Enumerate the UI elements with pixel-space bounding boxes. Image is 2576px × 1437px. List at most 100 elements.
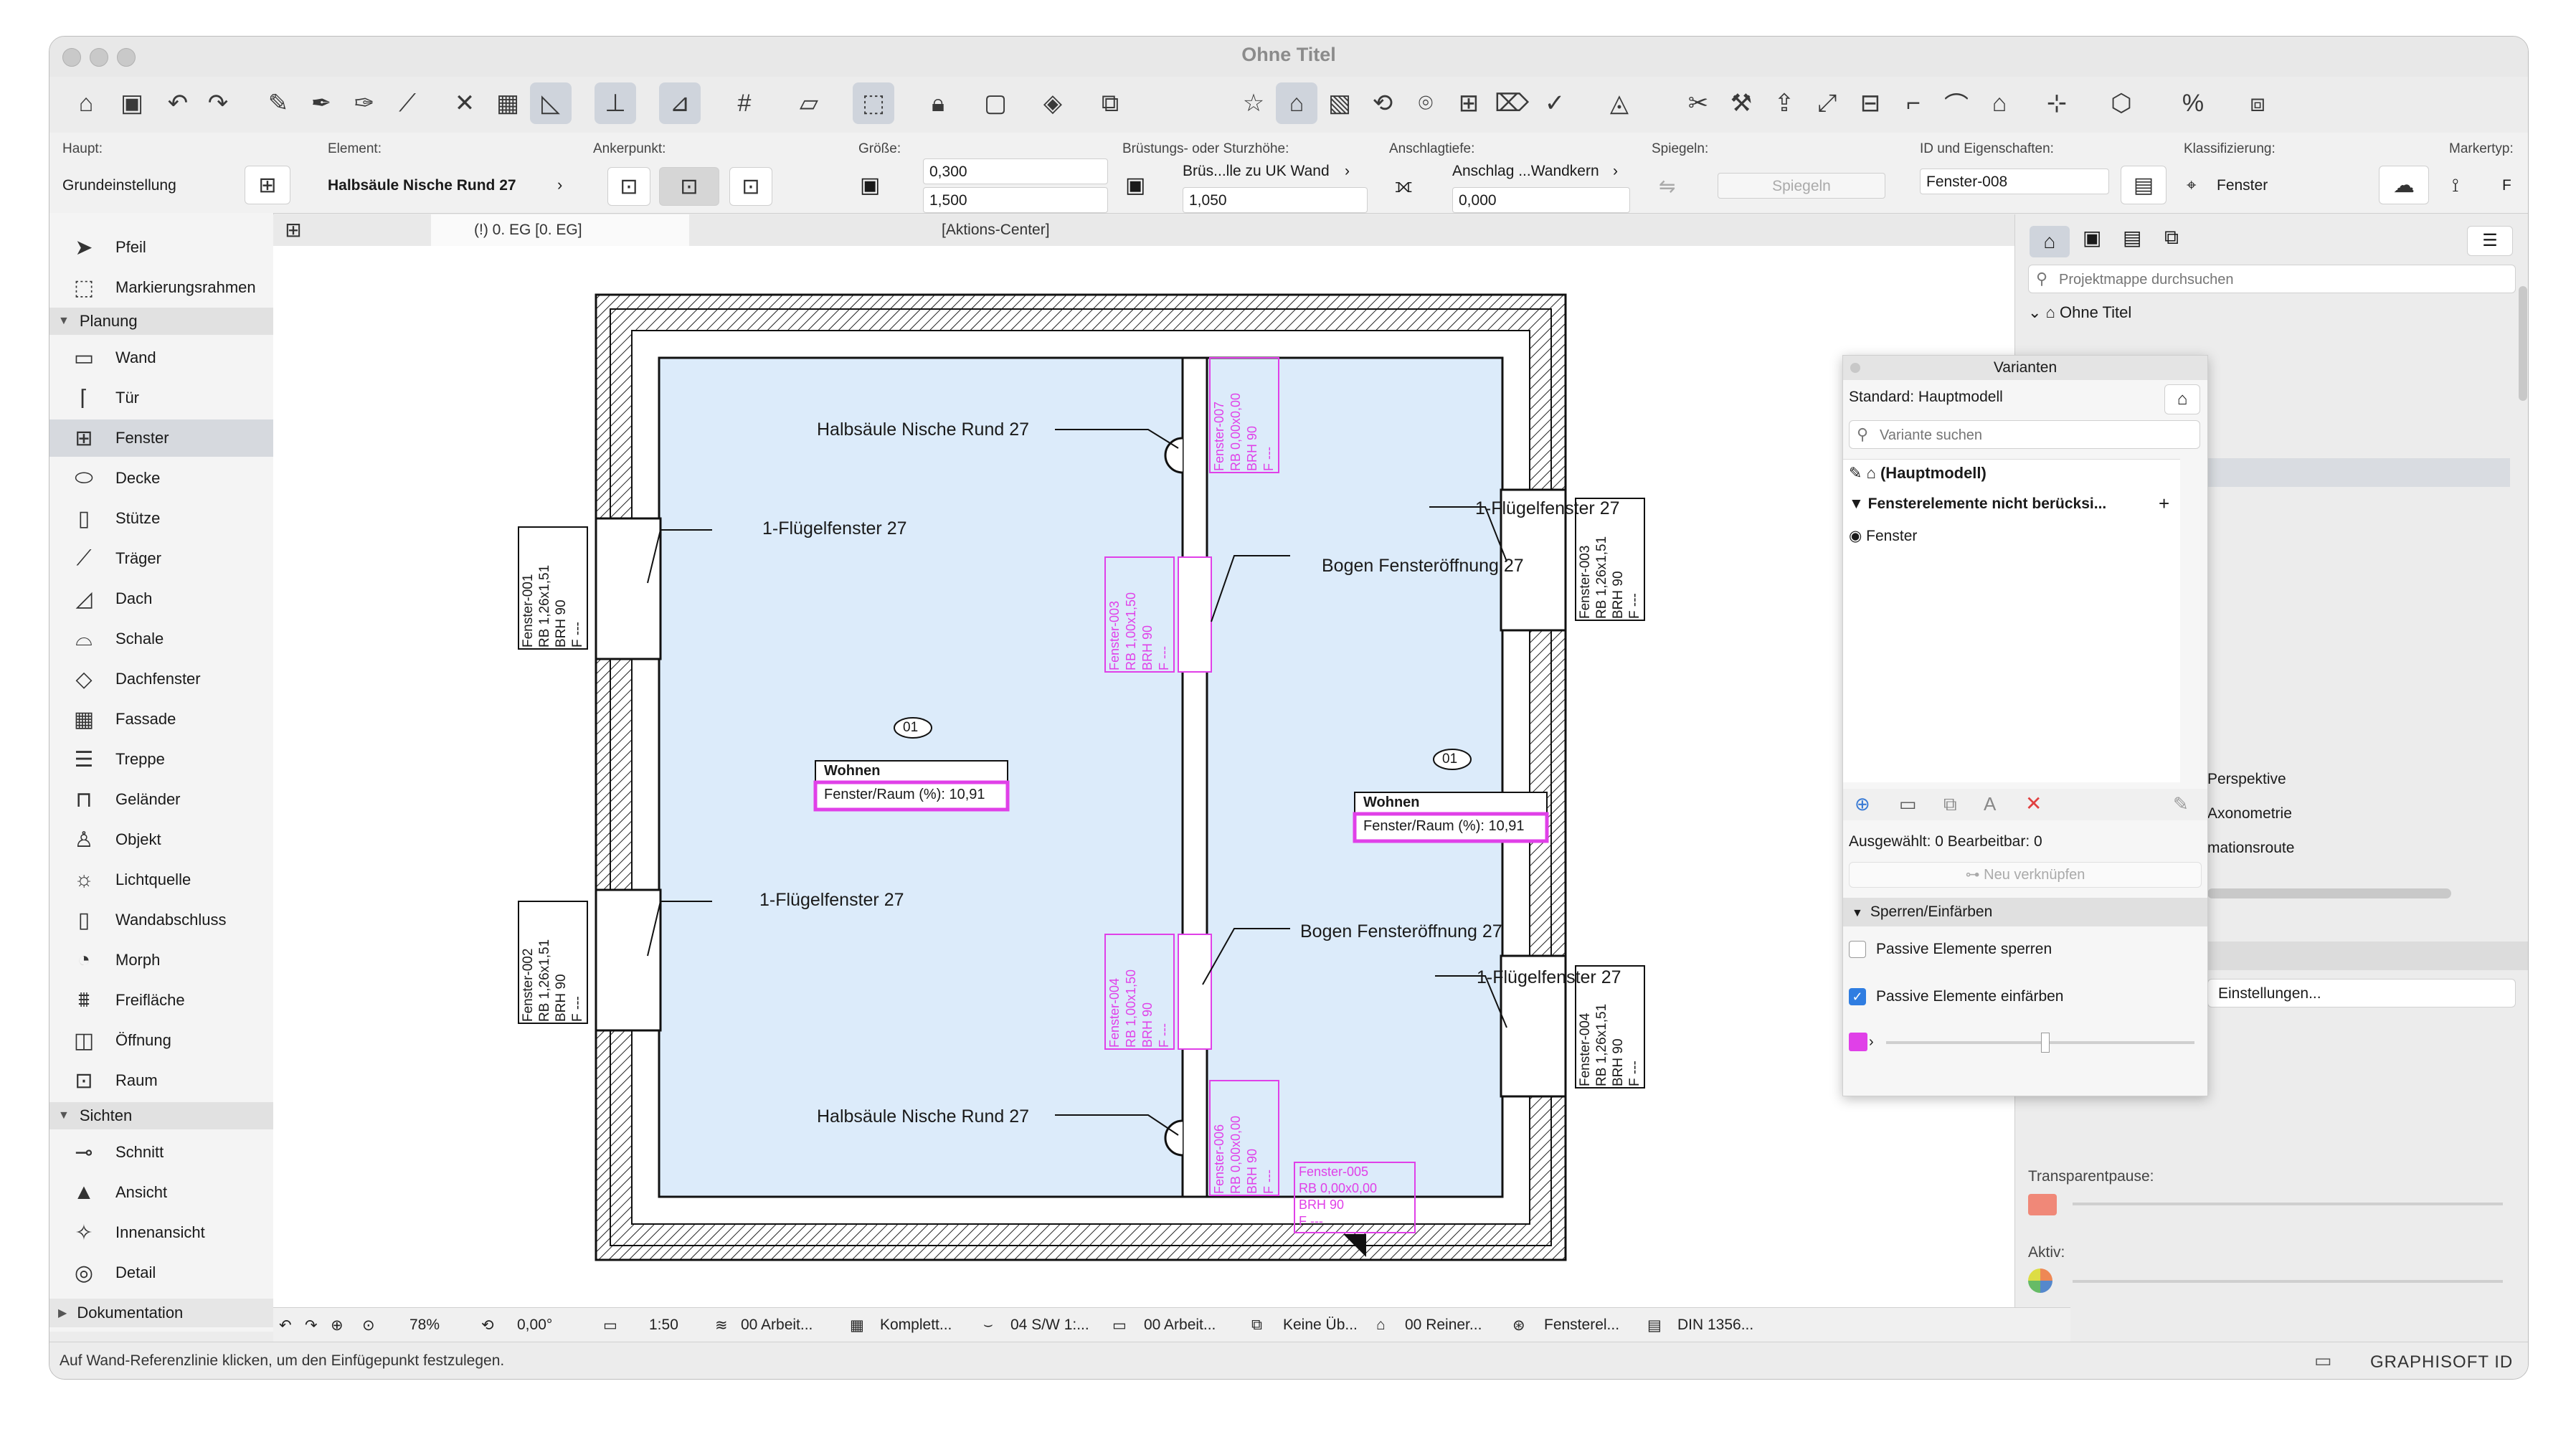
bruestung-field[interactable]: 1,050 [1183,187,1368,213]
suspend-groups-icon[interactable]: ◺ [530,82,572,124]
group-planung[interactable]: ▼ Planung [49,308,273,335]
tool-decke[interactable]: ⬭ Decke [49,460,273,497]
label-bogen-top[interactable]: Bogen Fensteröffnung 27 [1322,556,1524,577]
percent-icon[interactable]: % [2172,82,2214,124]
trace-icon[interactable]: ⟋ [387,82,428,124]
section-lock[interactable]: ▼ Sperren/Einfärben [1843,898,2207,926]
element-chevron-icon[interactable]: › [557,176,562,194]
tool-fassade[interactable]: ▦ Fassade [49,701,273,738]
layer-value[interactable]: 00 Arbeit... [741,1317,813,1334]
bruestung-ref[interactable]: Brüs...lle zu UK Wand [1183,163,1330,180]
stack-icon[interactable]: ⧉ [1089,82,1131,124]
view-value[interactable]: 00 Arbeit... [1144,1317,1216,1334]
layout-book-icon[interactable]: ▤ [2123,226,2141,250]
publisher-icon[interactable]: ⧉ [2164,226,2179,250]
window-001[interactable] [595,517,662,660]
navigator-route[interactable]: mationsroute [2207,840,2294,857]
varianten-search[interactable]: ⚲ [1849,420,2200,449]
navigator-search[interactable]: ⚲ [2028,265,2516,293]
aktiv-slider[interactable] [2073,1280,2503,1283]
house-outline-icon[interactable]: ⌂ [1979,82,2020,124]
grid-icon[interactable]: # [724,82,765,124]
anschlag-ref[interactable]: Anschlag ...Wandkern [1452,163,1599,180]
tool-raum[interactable]: ⊡ Raum [49,1062,273,1099]
navigator-perspektive[interactable]: Perspektive [2207,771,2286,788]
room-right[interactable] [1206,356,1504,1198]
tool-tuer[interactable]: ⌈ Tür [49,379,273,417]
anchor-center-icon[interactable]: ⊡ [659,167,719,206]
navigator-hscrollbar[interactable] [2207,888,2451,898]
tab-overview-icon[interactable]: ⊞ [273,214,313,246]
navigator-icon[interactable]: ⟲ [1362,82,1403,124]
swatch-chevron-icon[interactable]: › [1869,1034,1874,1051]
curve-icon[interactable]: ⌒ [1936,82,1977,124]
rotate-icon[interactable]: ⟲ [481,1317,494,1334]
copy-icon[interactable]: ⧈ [2237,82,2278,124]
tool-innenansicht[interactable]: ✧ Innenansicht [49,1214,273,1251]
varianten-settings-icon[interactable]: ⌂ [2164,384,2200,414]
height-field[interactable]: 1,500 [923,187,1108,213]
view-map-icon[interactable]: ▣ [2083,226,2101,250]
guide-icon[interactable]: ▦ [487,82,529,124]
status-window-icon[interactable]: ▭ [2314,1350,2332,1372]
label-halbsaeule-top[interactable]: Halbsäule Nische Rund 27 [817,419,1029,440]
layout-icon[interactable]: ⊿ [659,82,701,124]
pen-value[interactable]: 04 S/W 1:... [1010,1317,1089,1334]
brand-label[interactable]: GRAPHISOFT ID [2370,1352,2513,1372]
din-value[interactable]: DIN 1356... [1677,1317,1753,1334]
tool-dachfenster[interactable]: ◇ Dachfenster [49,660,273,698]
tool-ansicht[interactable]: ▲ Ansicht [49,1174,273,1211]
tool-wandabschluss[interactable]: ▯ Wandabschluss [49,901,273,939]
cloud-icon[interactable]: ☁ [2379,166,2429,204]
navigator-vscrollbar[interactable] [2519,286,2527,401]
3d-view-icon[interactable]: ◈ [1032,82,1074,124]
transparent-slider[interactable] [2073,1203,2503,1205]
haupt-value[interactable]: Grundeinstellung [62,177,176,194]
renovation-value[interactable]: 00 Reiner... [1405,1317,1482,1334]
inner-wall[interactable] [1181,356,1208,1198]
redo-view-icon[interactable]: ↷ [305,1317,318,1334]
resize-icon[interactable]: ⤢ [1806,82,1848,124]
tab-aktions-center[interactable]: [Aktions-Center] [899,214,1300,246]
redo-icon[interactable]: ↷ [197,82,239,124]
circle-triangle-icon[interactable]: ◬ [1599,82,1640,124]
delete-icon[interactable]: ✕ [2025,792,2042,815]
spiegeln-button[interactable]: Spiegeln [1718,173,1885,199]
duplicate-icon[interactable]: ⧉ [1943,793,1957,816]
variant-group[interactable]: ▼ Fensterelemente nicht berücksi... [1849,495,2106,513]
tool-fenster[interactable]: ⊞ Fenster [49,419,273,457]
check-color-box[interactable]: ✓ [1849,988,1866,1005]
renovation-icon[interactable]: ⌂ [1276,82,1317,124]
elevate-icon[interactable]: ⇪ [1763,82,1805,124]
group-sichten[interactable]: ▼ Sichten [49,1102,273,1129]
arch-opening-bottom[interactable] [1178,934,1212,1050]
anschlag-chevron-icon[interactable]: › [1613,163,1618,180]
favorite-icon[interactable]: ☆ [1233,82,1274,124]
tool-detail[interactable]: ◎ Detail [49,1254,273,1291]
model-value[interactable]: Komplett... [880,1317,952,1334]
folder-add-icon[interactable]: ▭ [1899,793,1917,815]
label-bogen-bottom[interactable]: Bogen Fensteröffnung 27 [1300,921,1502,942]
window-002[interactable] [595,888,662,1032]
selection-icon[interactable]: ⬚ [853,82,894,124]
zoom-in-icon[interactable]: ⊕ [331,1317,344,1334]
color-slider[interactable] [1886,1041,2194,1044]
window-tool-icon[interactable]: ⊞ [245,166,290,204]
syringe-icon[interactable]: ✑ [344,82,385,124]
tool-treppe[interactable]: ☰ Treppe [49,741,273,778]
scale-value[interactable]: 1:50 [649,1317,678,1334]
home-icon[interactable]: ⌂ [65,82,107,124]
varianten-search-input[interactable] [1878,424,2189,447]
element-value[interactable]: Halbsäule Nische Rund 27 [328,177,516,194]
split-icon[interactable]: ⊟ [1850,82,1891,124]
zoom-value[interactable]: 78% [409,1317,440,1334]
wrench-icon[interactable]: ⚒ [1720,82,1762,124]
menu-icon[interactable]: ☰ [2467,226,2513,256]
arch-opening-top[interactable] [1178,556,1212,673]
marker-value[interactable]: F [2502,177,2511,194]
check-lock-box[interactable] [1849,941,1866,958]
bruestung-chevron-icon[interactable]: › [1345,163,1350,180]
tool-schnitt[interactable]: ⊸ Schnitt [49,1134,273,1171]
tab-floor-plan[interactable]: (!) 0. EG [0. EG] [431,214,689,246]
lock-icon[interactable]: 🔒︎ [917,82,959,124]
